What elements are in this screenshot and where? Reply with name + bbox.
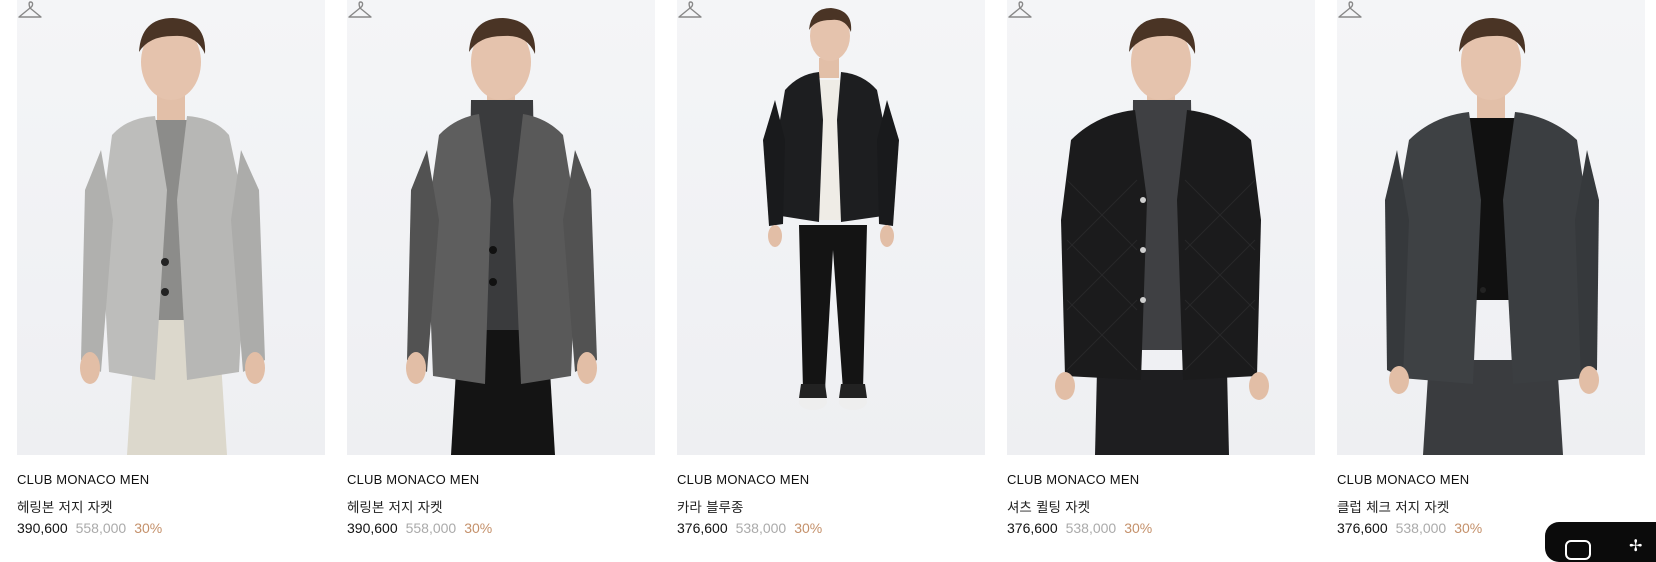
original-price: 558,000 (405, 520, 457, 536)
discount-rate: 30% (1454, 520, 1483, 536)
product-image[interactable] (1337, 0, 1645, 455)
product-name[interactable]: 헤링본 저지 자켓 (17, 496, 113, 516)
product-image[interactable] (677, 0, 985, 455)
discount-rate: 30% (464, 520, 493, 536)
product-card[interactable]: CLUB MONACO MEN 클럽 체크 저지 자켓 376,600 538,0… (1337, 0, 1645, 547)
original-price: 538,000 (1065, 520, 1117, 536)
chat-icon[interactable] (1565, 540, 1591, 560)
original-price: 538,000 (735, 520, 787, 536)
price-row: 390,600 558,000 30% (347, 520, 492, 536)
hanger-icon[interactable] (1337, 0, 1363, 22)
product-card[interactable]: CLUB MONACO MEN 헤링본 저지 자켓 390,600 558,000… (347, 0, 655, 547)
product-brand[interactable]: CLUB MONACO MEN (1337, 472, 1469, 487)
product-image[interactable] (347, 0, 655, 455)
product-brand[interactable]: CLUB MONACO MEN (677, 472, 809, 487)
product-name[interactable]: 카라 블루종 (677, 496, 743, 516)
price-row: 376,600 538,000 30% (1007, 520, 1152, 536)
price-row: 376,600 538,000 30% (677, 520, 822, 536)
price-row: 390,600 558,000 30% (17, 520, 162, 536)
hanger-icon[interactable] (17, 0, 43, 22)
product-grid: CLUB MONACO MEN 헤링본 저지 자켓 390,600 558,000… (17, 0, 1656, 547)
product-name[interactable]: 셔츠 퀼팅 자켓 (1007, 496, 1090, 516)
original-price: 538,000 (1395, 520, 1447, 536)
original-price: 558,000 (75, 520, 127, 536)
discount-rate: 30% (134, 520, 163, 536)
discount-rate: 30% (1124, 520, 1153, 536)
sparkle-icon[interactable]: ✢ (1629, 536, 1642, 555)
product-card[interactable]: CLUB MONACO MEN 헤링본 저지 자켓 390,600 558,000… (17, 0, 325, 547)
product-image[interactable] (17, 0, 325, 455)
discount-rate: 30% (794, 520, 823, 536)
product-image[interactable] (1007, 0, 1315, 455)
product-brand[interactable]: CLUB MONACO MEN (17, 472, 149, 487)
hanger-icon[interactable] (677, 0, 703, 22)
hanger-icon[interactable] (1007, 0, 1033, 22)
sale-price: 376,600 (1337, 520, 1388, 536)
sale-price: 390,600 (347, 520, 398, 536)
price-row: 376,600 538,000 30% (1337, 520, 1482, 536)
sale-price: 376,600 (1007, 520, 1058, 536)
sale-price: 376,600 (677, 520, 728, 536)
product-brand[interactable]: CLUB MONACO MEN (1007, 472, 1139, 487)
floating-action-bar[interactable]: ✢ (1545, 522, 1656, 562)
product-card[interactable]: CLUB MONACO MEN 셔츠 퀼팅 자켓 376,600 538,000 3… (1007, 0, 1315, 547)
product-name[interactable]: 클럽 체크 저지 자켓 (1337, 496, 1449, 516)
product-brand[interactable]: CLUB MONACO MEN (347, 472, 479, 487)
product-card[interactable]: CLUB MONACO MEN 카라 블루종 376,600 538,000 30% (677, 0, 985, 547)
hanger-icon[interactable] (347, 0, 373, 22)
product-name[interactable]: 헤링본 저지 자켓 (347, 496, 443, 516)
sale-price: 390,600 (17, 520, 68, 536)
